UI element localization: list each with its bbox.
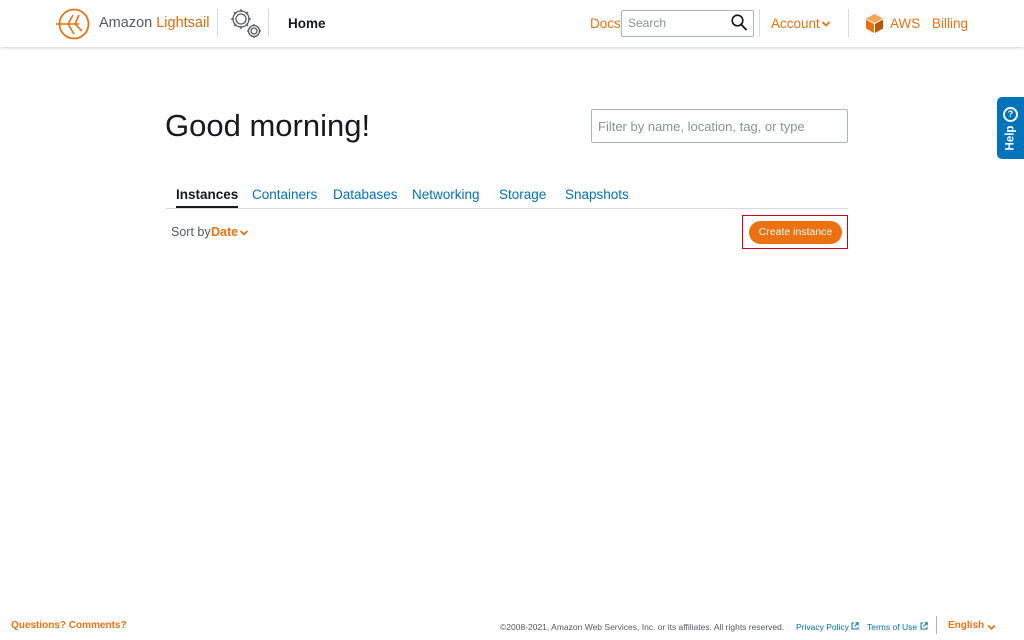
docs-link[interactable]: Docs [590,16,621,31]
external-link-icon [851,622,859,630]
sort-dropdown[interactable]: Date [211,225,238,239]
footer-divider [936,616,937,634]
brand-prefix: Amazon [99,15,157,31]
create-instance-button[interactable]: Create instance [749,221,842,244]
help-tab[interactable]: ? Help [997,97,1024,159]
feedback-link[interactable]: Questions? Comments? [11,620,127,631]
page-title: Home [288,16,326,31]
aws-cube-icon[interactable] [865,13,884,34]
tab-storage[interactable]: Storage [499,187,546,202]
tab-instances[interactable]: Instances [176,187,239,208]
brand-lightsail: Lightsail [156,15,210,31]
chevron-down-icon[interactable] [821,20,831,28]
chevron-down-icon[interactable] [987,624,996,631]
billing-link[interactable]: Billing [932,16,968,31]
copyright-text: ©2008-2021, Amazon Web Services, Inc. or… [500,622,785,632]
search-icon[interactable] [731,14,747,31]
aws-link[interactable]: AWS [890,16,920,31]
header-divider [217,9,218,37]
tab-databases[interactable]: Databases [333,187,398,202]
header-divider [268,9,269,37]
resource-filter-field[interactable] [591,109,848,143]
tab-snapshots[interactable]: Snapshots [565,187,629,202]
tab-networking[interactable]: Networking [412,187,480,202]
lightsail-logo-icon[interactable] [55,7,91,41]
sort-label: Sort by [171,225,211,239]
external-link-icon [920,622,928,630]
help-label: Help [1004,125,1017,151]
header-divider [759,9,760,37]
chevron-down-icon[interactable] [239,229,249,237]
account-menu[interactable]: Account [771,16,820,31]
privacy-policy-link[interactable]: Privacy Policy [796,622,849,632]
header-divider [848,9,849,37]
terms-of-use-link[interactable]: Terms of Use [867,622,917,632]
help-icon: ? [1003,107,1018,122]
gear-icon[interactable] [227,6,263,40]
resource-tabs: Instances Containers Databases Networkin… [165,186,848,209]
top-navigation-bar: Amazon Lightsail Home Docs Account AWS B… [0,0,1024,47]
greeting-heading: Good morning! [165,108,371,143]
language-selector[interactable]: English [948,620,984,631]
brand-name[interactable]: Amazon Lightsail [99,15,209,31]
search-input[interactable] [628,16,728,30]
help-label-wrapper: Help [1002,126,1019,151]
filter-input[interactable] [598,119,838,134]
tab-containers[interactable]: Containers [252,187,317,202]
